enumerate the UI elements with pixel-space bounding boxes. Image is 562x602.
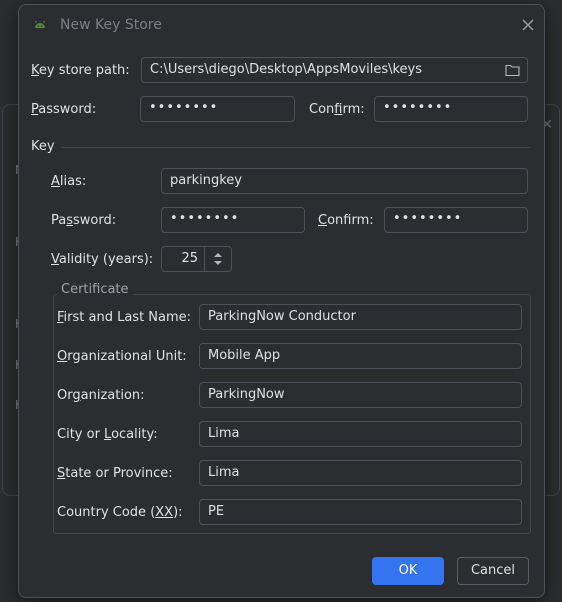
- close-icon[interactable]: [521, 18, 535, 32]
- stepper-arrows-icon: [214, 253, 222, 265]
- organization-label: Organization:: [57, 388, 145, 403]
- certificate-legend: Certificate: [57, 282, 133, 297]
- key-password-label: Password:: [51, 213, 117, 228]
- ok-button[interactable]: OK: [372, 557, 444, 585]
- certificate-group: [53, 294, 531, 534]
- key-password-input[interactable]: ••••••••: [161, 207, 305, 233]
- state-province-label: State or Province:: [57, 466, 173, 481]
- organizational-unit-label: Organizational Unit:: [57, 349, 187, 364]
- alias-label: Alias:: [51, 174, 87, 189]
- first-last-name-label: First and Last Name:: [57, 310, 192, 325]
- keystore-path-label: Key store path:: [31, 63, 130, 78]
- validity-input[interactable]: 25: [161, 246, 205, 272]
- folder-icon[interactable]: [505, 63, 520, 77]
- key-section-label: Key: [31, 139, 55, 154]
- validity-label: Validity (years):: [51, 252, 154, 267]
- key-section-divider: [61, 147, 530, 148]
- organization-input[interactable]: ParkingNow: [199, 382, 522, 408]
- keystore-confirm-label: Confirm:: [309, 102, 365, 117]
- alias-input[interactable]: parkingkey: [161, 168, 528, 194]
- key-confirm-input[interactable]: ••••••••: [384, 207, 528, 233]
- keystore-path-value: C:\Users\diego\Desktop\AppsMoviles\keys: [150, 62, 422, 77]
- validity-spinner[interactable]: 25: [161, 246, 233, 272]
- dialog-title: New Key Store: [60, 17, 162, 33]
- android-icon: [35, 20, 45, 28]
- validity-stepper-button[interactable]: [204, 246, 232, 272]
- organizational-unit-input[interactable]: Mobile App: [199, 343, 522, 369]
- first-last-name-input[interactable]: ParkingNow Conductor: [199, 304, 522, 330]
- country-code-input[interactable]: PE: [199, 499, 522, 525]
- keystore-password-input[interactable]: ••••••••: [140, 96, 295, 122]
- dialog-titlebar: New Key Store: [19, 5, 544, 45]
- keystore-password-label: Password:: [31, 102, 97, 117]
- state-province-input[interactable]: Lima: [199, 460, 522, 486]
- key-confirm-label: Confirm:: [318, 213, 374, 228]
- city-locality-label: City or Locality:: [57, 427, 158, 442]
- keystore-path-field[interactable]: C:\Users\diego\Desktop\AppsMoviles\keys: [141, 57, 528, 83]
- city-locality-input[interactable]: Lima: [199, 421, 522, 447]
- cancel-button[interactable]: Cancel: [457, 557, 529, 585]
- new-key-store-dialog: New Key Store Key store path: C:\Users\d…: [18, 4, 545, 598]
- keystore-confirm-input[interactable]: ••••••••: [374, 96, 528, 122]
- country-code-label: Country Code (XX):: [57, 505, 183, 520]
